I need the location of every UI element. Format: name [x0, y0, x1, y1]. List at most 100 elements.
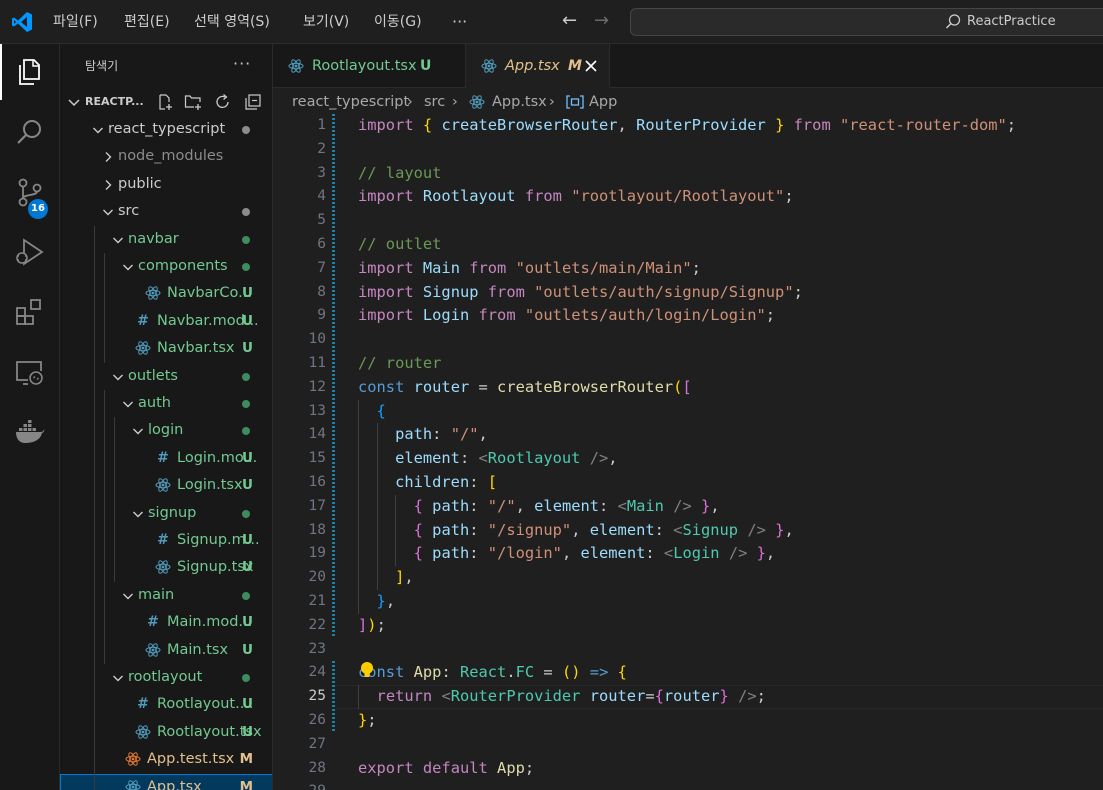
tree-file[interactable]: # Navbar.mod... U [60, 308, 272, 335]
chevron-down-icon [131, 507, 145, 521]
tree-label: node_modules [118, 148, 224, 165]
tree-folder[interactable]: login [60, 417, 272, 444]
tree-file[interactable]: Signup.tsx U [60, 554, 272, 581]
code-line: { path: "/login", element: <Login /> }, [413, 544, 776, 563]
menu-file[interactable]: 파일(F) [53, 0, 98, 44]
forward-arrow-icon[interactable]: → [594, 11, 609, 31]
new-file-icon[interactable] [156, 93, 174, 111]
search-icon [17, 120, 41, 144]
command-center-search[interactable]: ReactPractice [630, 8, 1103, 36]
chevron-right-icon: › [407, 94, 413, 110]
line-number: 1 [317, 117, 326, 133]
collapse-all-icon[interactable] [244, 93, 262, 111]
untracked-dot-icon [242, 674, 250, 682]
tab-app[interactable]: App.tsx M [466, 44, 610, 88]
menu-more-button[interactable]: ··· [452, 0, 467, 44]
run-debug-activity-button[interactable] [0, 224, 60, 280]
tree-folder[interactable]: main [60, 582, 272, 609]
code-editor[interactable]: 1 import { createBrowserRouter, RouterPro… [273, 114, 1103, 790]
tree-folder[interactable]: public [60, 171, 272, 198]
tree-file[interactable]: Login.tsx U [60, 472, 272, 499]
back-arrow-icon[interactable]: ← [562, 11, 577, 31]
code-line: path: "/", [395, 425, 488, 444]
tree-folder[interactable]: node_modules [60, 143, 272, 170]
menu-selection[interactable]: 선택 영역(S) [194, 0, 270, 44]
line-number: 27 [308, 735, 326, 752]
tree-folder[interactable]: components [60, 253, 272, 280]
tree-folder[interactable]: outlets [60, 363, 272, 390]
breadcrumb-file[interactable]: App.tsx [492, 88, 547, 116]
tree-label: App.tsx [147, 778, 202, 790]
tree-label: public [118, 175, 162, 192]
tree-file[interactable]: # Login.mo... U [60, 445, 272, 472]
tree-label: react_typescript [108, 121, 226, 137]
extensions-activity-button[interactable] [0, 284, 60, 340]
breadcrumb-symbol[interactable]: App [589, 88, 617, 116]
tree-folder[interactable]: rootlayout [60, 664, 272, 691]
git-status-badge: U [242, 449, 253, 466]
untracked-dot-icon [242, 427, 250, 436]
breadcrumb-folder[interactable]: react_typescript [292, 88, 409, 116]
scm-count-badge: 16 [28, 199, 48, 219]
line-number: 20 [308, 569, 326, 586]
tab-rootlayout[interactable]: Rootlayout.tsx U [273, 44, 466, 88]
code-line: ], [395, 568, 414, 587]
chevron-right-icon: › [452, 94, 458, 110]
indent-guide [94, 225, 95, 790]
code-line: }, [376, 592, 396, 610]
tree-label: navbar [128, 230, 179, 247]
lightbulb-icon[interactable] [359, 661, 375, 679]
menu-edit[interactable]: 편집(E) [124, 0, 170, 44]
tree-folder[interactable]: navbar [60, 226, 272, 253]
explorer-more-button[interactable]: ··· [233, 44, 251, 88]
docker-activity-button[interactable] [0, 404, 60, 460]
remote-explorer-activity-button[interactable] [0, 344, 60, 400]
tab-status-flag: U [420, 58, 432, 74]
source-control-activity-button[interactable]: 16 [0, 164, 60, 220]
line-number: 7 [317, 259, 326, 276]
code-line: // router [358, 354, 442, 372]
tree-folder[interactable]: auth [60, 390, 272, 417]
code-line: { path: "/", element: <Main /> }, [413, 496, 720, 515]
react-file-icon [481, 59, 497, 73]
code-line: element: <Rootlayout />, [395, 449, 618, 468]
tree-file[interactable]: # Signup.m... U [60, 527, 272, 554]
search-activity-button[interactable] [0, 104, 60, 160]
test-file-icon [125, 751, 141, 767]
css-file-icon: # [157, 449, 169, 466]
new-folder-icon[interactable] [184, 93, 202, 111]
tree-file[interactable]: # Rootlayout.... U [60, 691, 272, 718]
tree-file[interactable]: Main.tsx U [60, 637, 272, 664]
remote-explorer-icon [16, 361, 43, 385]
git-status-badge: U [242, 614, 253, 631]
tree-label: signup [148, 504, 197, 521]
refresh-icon[interactable] [214, 93, 232, 111]
tree-file[interactable]: App.test.tsx M [60, 746, 272, 773]
menu-go[interactable]: 이동(G) [374, 0, 422, 44]
close-icon[interactable] [583, 58, 599, 74]
tree-folder[interactable]: src [60, 198, 272, 225]
code-line: }; [358, 711, 377, 729]
tree-label: Login.tsx [177, 477, 243, 494]
breadcrumb-folder[interactable]: src [424, 88, 445, 116]
tree-file[interactable]: Navbar.tsx U [60, 335, 272, 362]
tree-folder[interactable]: signup [60, 500, 272, 527]
tree-file[interactable]: Rootlayout.tsx U [60, 719, 272, 746]
tree-label: outlets [128, 367, 178, 384]
react-file-icon [469, 95, 485, 109]
react-file-icon [288, 59, 304, 73]
modified-dot-icon [242, 126, 250, 134]
line-number: 26 [308, 712, 326, 728]
untracked-dot-icon [242, 400, 250, 408]
title-bar: 파일(F) 편집(E) 선택 영역(S) 보기(V) 이동(G) ··· ← →… [0, 0, 1103, 44]
code-line: ]); [358, 615, 386, 634]
tree-folder[interactable]: react_typescript [60, 116, 272, 143]
tree-file[interactable]: # Main.mod... U [60, 609, 272, 636]
explorer-activity-button[interactable] [0, 44, 60, 100]
tree-file[interactable]: App.tsx M [60, 773, 272, 790]
tree-file[interactable]: NavbarCo... U [60, 280, 272, 307]
code-line: const router = createBrowserRouter([ [358, 377, 692, 396]
explorer-title: 탐색기 [85, 59, 119, 73]
workspace-header[interactable]: REACTP... [60, 88, 272, 116]
menu-view[interactable]: 보기(V) [303, 0, 349, 44]
